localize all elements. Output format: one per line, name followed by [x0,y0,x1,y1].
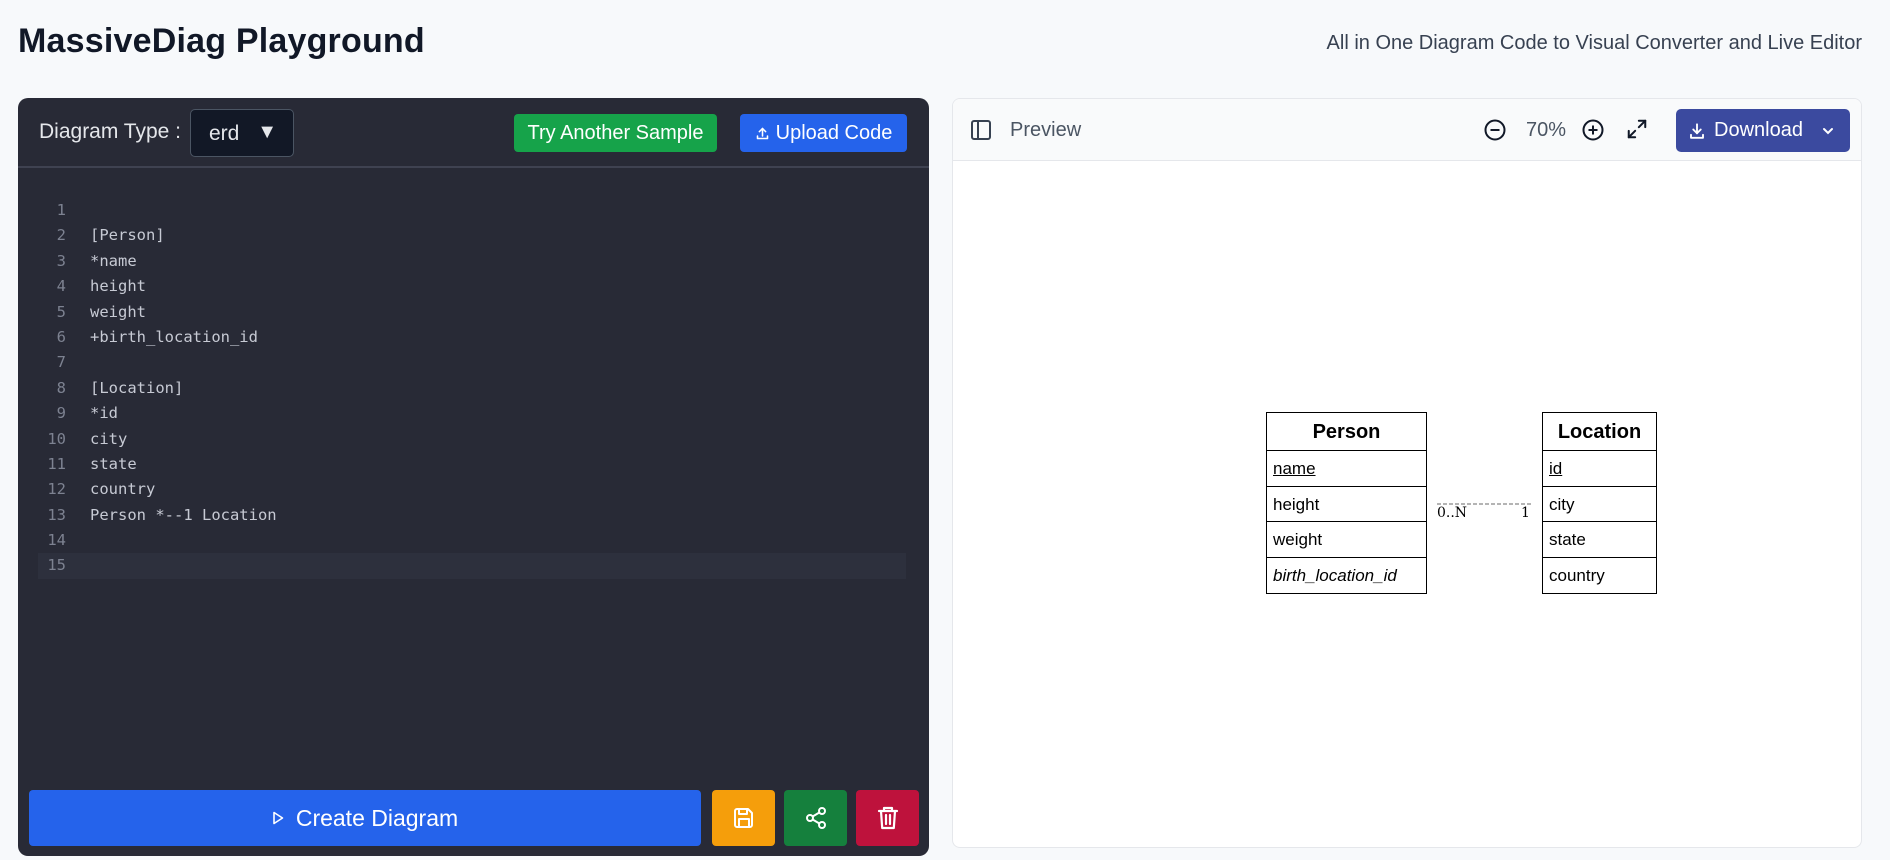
trash-icon [877,806,898,830]
code-line: 13 Person *--1 Location [38,503,906,528]
entity-field: state [1543,522,1656,558]
share-icon [805,807,826,829]
diagram-type-label: Diagram Type : [39,120,182,143]
entity-field: name [1267,451,1426,487]
line-number: 4 [56,277,66,296]
try-another-sample-button[interactable]: Try Another Sample [514,114,717,152]
code-line: 12 country [38,477,906,502]
upload-icon [756,127,768,140]
app-title: MassiveDiag Playground [18,22,425,60]
code-line: 9 *id [38,401,906,426]
share-button[interactable] [784,790,847,846]
line-number: 1 [56,201,66,219]
create-diagram-label: Create Diagram [295,805,459,831]
entity-field: weight [1267,522,1426,558]
delete-button[interactable] [856,790,919,846]
field-name: birth_location_id [1273,565,1397,585]
entity-field: birth_location_id [1267,558,1426,594]
create-diagram-button[interactable]: Create Diagram [29,790,701,846]
line-number: 13 [47,505,66,524]
line-text: *name [90,251,137,270]
preview-panel: Preview 70% Download 0..N 1 Person name he… [952,98,1862,848]
line-text: [Location] [90,378,184,397]
code-line: 10 city [38,427,906,452]
code-line: 7 [38,350,906,375]
line-text: [Person] [90,226,165,245]
cardinality-right: 1 [1521,505,1530,521]
line-number: 5 [56,302,66,321]
dropdown-arrow-icon: ▼ [257,121,277,143]
save-button[interactable] [712,790,775,846]
field-name: weight [1273,530,1323,549]
field-name: height [1273,494,1320,514]
entity-header: Location [1543,413,1656,451]
code-line: 1 [38,198,906,223]
app-subtitle: All in One Diagram Code to Visual Conver… [1326,32,1862,54]
line-text: city [90,429,128,448]
entity-header: Person [1267,413,1426,451]
line-number: 6 [56,327,66,346]
upload-code-button[interactable]: Upload Code [740,114,907,152]
line-number: 10 [47,429,66,448]
line-number: 9 [56,404,66,423]
entity-location[interactable]: Location id city state country [1542,412,1657,594]
field-name: name [1273,459,1316,478]
code-line: 4 height [38,274,906,299]
code-editor-panel: Diagram Type : erd ▼ Try Another Sample … [18,98,929,856]
entity-field: height [1267,487,1426,522]
line-text: state [90,454,137,473]
diagram-type-value: erd [209,122,240,145]
line-number: 2 [56,226,66,245]
code-line: 8 [Location] [38,376,906,401]
code-line: 14 [38,528,906,553]
line-text: country [90,480,156,499]
line-number: 11 [47,454,66,473]
entity-field: id [1543,451,1656,487]
line-number: 12 [47,480,66,499]
field-name: id [1549,459,1563,478]
field-name: city [1549,494,1575,514]
code-text-area[interactable]: 1 2 [Person] 3 *name 4 height 5 weight 6 +birth_lo… [38,198,906,579]
code-line: 11 state [38,452,906,477]
code-line: 2 [Person] [38,223,906,248]
field-name: country [1549,565,1605,585]
save-icon [733,808,753,828]
line-text: Person *--1 Location [90,505,277,524]
line-text: height [90,277,146,296]
code-line: 5 weight [38,300,906,325]
line-number: 8 [56,378,66,397]
play-icon [273,811,284,825]
entity-person[interactable]: Person name height weight birth_location_id [1266,412,1427,594]
entity-field: country [1543,558,1656,594]
line-text: weight [90,302,146,321]
line-text: *id [90,404,118,423]
entity-field: city [1543,487,1656,522]
line-number: 7 [56,353,66,372]
line-number: 3 [56,251,66,270]
cardinality-left: 0..N [1437,505,1468,521]
line-text: +birth_location_id [90,327,258,346]
editor-toolbar: Diagram Type : erd ▼ Try Another Sample … [18,98,929,168]
line-number: 15 [47,556,66,575]
code-line: 6 +birth_location_id [38,325,906,350]
code-line: 15 [38,553,906,579]
field-name: state [1549,530,1586,549]
line-number: 14 [47,531,66,550]
code-line: 3 *name [38,249,906,274]
diagram-type-select[interactable]: erd ▼ [190,109,294,157]
upload-code-label: Upload Code [775,122,893,144]
